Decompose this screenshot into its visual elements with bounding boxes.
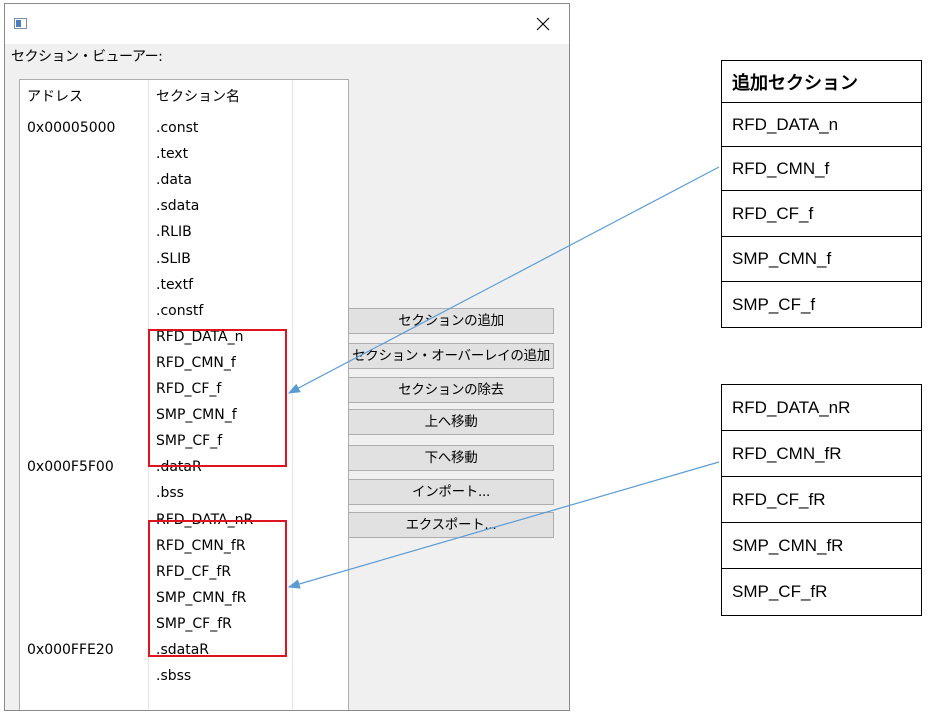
title-bar bbox=[5, 4, 569, 44]
table-cell: SMP_CMN_f bbox=[721, 236, 922, 282]
column-header-address[interactable]: アドレス bbox=[27, 80, 83, 115]
row-section-name: RFD_CF_fR bbox=[156, 563, 232, 580]
row-address: 0x000F5F00 bbox=[27, 459, 114, 476]
table-row[interactable]: .textf bbox=[20, 272, 348, 298]
table-row[interactable]: 0x000F5F00 .dataR bbox=[20, 454, 348, 480]
added-sections-table: 追加セクション RFD_DATA_n RFD_CMN_f RFD_CF_f SM… bbox=[721, 60, 922, 328]
table-row[interactable]: .text bbox=[20, 141, 348, 167]
row-section-name: .constf bbox=[156, 302, 204, 319]
table-row[interactable]: .bss bbox=[20, 480, 348, 506]
table-cell: RFD_DATA_n bbox=[721, 102, 922, 147]
row-section-name: RFD_CMN_f bbox=[156, 354, 236, 371]
row-section-name: .RLIB bbox=[156, 224, 192, 241]
table-row[interactable]: RFD_CF_f bbox=[20, 376, 348, 402]
section-viewer-dialog: セクション・ビューアー: アドレス セクション名 0x00005000 .cons… bbox=[4, 3, 570, 711]
remove-section-button[interactable]: セクションの除去 bbox=[348, 377, 554, 403]
section-viewer-label: セクション・ビューアー: bbox=[11, 49, 163, 65]
table-row[interactable]: .sdata bbox=[20, 193, 348, 219]
table-cell: RFD_CF_f bbox=[721, 190, 922, 237]
row-section-name: SMP_CF_fR bbox=[156, 615, 232, 632]
table-cell: SMP_CF_fR bbox=[721, 568, 922, 616]
table-row[interactable]: .sbss bbox=[20, 663, 348, 689]
close-button[interactable] bbox=[531, 12, 555, 36]
row-address: 0x00005000 bbox=[27, 120, 116, 136]
row-section-name: RFD_CMN_fR bbox=[156, 537, 246, 554]
import-button[interactable]: インポート... bbox=[348, 479, 554, 505]
row-section-name: .SLIB bbox=[156, 250, 191, 267]
table-row[interactable]: 0x000FFE20 .sdataR bbox=[20, 637, 348, 663]
added-sections-r-table: RFD_DATA_nR RFD_CMN_fR RFD_CF_fR SMP_CMN… bbox=[721, 384, 922, 616]
table-cell: SMP_CMN_fR bbox=[721, 522, 922, 569]
row-section-name: SMP_CMN_f bbox=[156, 407, 237, 424]
added-sections-header: 追加セクション bbox=[721, 60, 922, 103]
table-row[interactable]: .RLIB bbox=[20, 219, 348, 245]
row-section-name: SMP_CMN_fR bbox=[156, 589, 247, 606]
table-row[interactable]: SMP_CF_f bbox=[20, 428, 348, 454]
table-cell: RFD_DATA_nR bbox=[721, 384, 922, 431]
row-section-name: .bss bbox=[156, 485, 184, 502]
table-row[interactable]: RFD_DATA_nR bbox=[20, 507, 348, 533]
table-row[interactable]: SMP_CMN_fR bbox=[20, 585, 348, 611]
table-cell: RFD_CMN_f bbox=[721, 146, 922, 191]
table-row[interactable]: .constf bbox=[20, 298, 348, 324]
row-section-name: .text bbox=[156, 146, 189, 163]
table-cell: RFD_CF_fR bbox=[721, 476, 922, 523]
move-down-button[interactable]: 下へ移動 bbox=[348, 445, 554, 471]
table-row[interactable]: SMP_CMN_f bbox=[20, 402, 348, 428]
row-section-name: RFD_DATA_nR bbox=[156, 511, 254, 528]
row-section-name: .sdataR bbox=[156, 642, 210, 658]
row-address: 0x000FFE20 bbox=[27, 642, 114, 658]
table-cell: SMP_CF_f bbox=[721, 281, 922, 328]
row-section-name: .sdata bbox=[156, 198, 200, 215]
app-icon bbox=[14, 18, 27, 29]
row-section-name: .const bbox=[156, 120, 199, 136]
row-section-name: .textf bbox=[156, 276, 194, 293]
table-row[interactable]: RFD_DATA_n bbox=[20, 324, 348, 350]
row-section-name: RFD_CF_f bbox=[156, 381, 222, 397]
add-section-overlay-button[interactable]: セクション・オーバーレイの追加 bbox=[348, 343, 554, 369]
row-section-name: .sbss bbox=[156, 668, 192, 685]
table-row[interactable]: RFD_CMN_f bbox=[20, 350, 348, 376]
column-header-section-name[interactable]: セクション名 bbox=[156, 80, 240, 115]
export-button[interactable]: エクスポート... bbox=[348, 512, 554, 538]
section-list[interactable]: アドレス セクション名 0x00005000 .const .text .data .s… bbox=[19, 79, 349, 710]
table-row[interactable]: 0x00005000 .const bbox=[20, 115, 348, 141]
row-section-name: SMP_CF_f bbox=[156, 433, 223, 450]
table-row[interactable]: .SLIB bbox=[20, 246, 348, 272]
row-section-name: .data bbox=[156, 172, 192, 189]
add-section-button[interactable]: セクションの追加 bbox=[348, 308, 554, 334]
row-section-name: .dataR bbox=[156, 459, 202, 476]
table-row[interactable]: .data bbox=[20, 167, 348, 193]
table-row[interactable]: RFD_CF_fR bbox=[20, 559, 348, 585]
move-up-button[interactable]: 上へ移動 bbox=[348, 409, 554, 435]
close-icon bbox=[536, 17, 550, 31]
row-section-name: RFD_DATA_n bbox=[156, 328, 244, 345]
table-row[interactable]: SMP_CF_fR bbox=[20, 611, 348, 637]
table-cell: RFD_CMN_fR bbox=[721, 430, 922, 477]
table-row[interactable]: RFD_CMN_fR bbox=[20, 533, 348, 559]
